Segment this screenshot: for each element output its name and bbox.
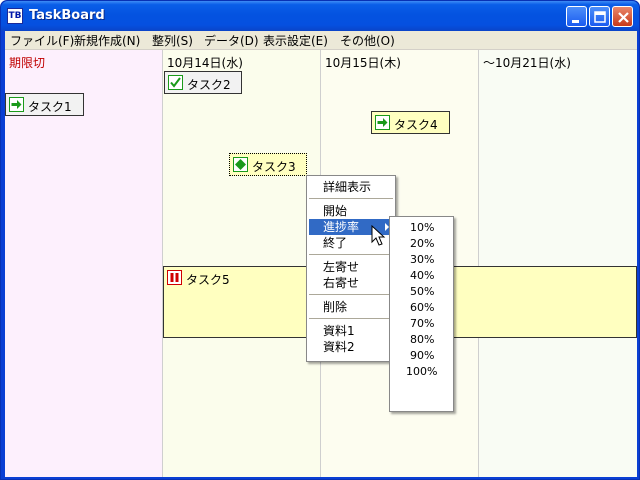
menu-data[interactable]: データ(D): [204, 33, 259, 49]
column-header-oct14: 10月14日(水): [167, 56, 243, 70]
menu-item-start[interactable]: 開始: [309, 203, 393, 219]
task-label: タスク1: [28, 100, 72, 114]
menu-item-material1[interactable]: 資料1: [309, 323, 393, 339]
menu-separator: [309, 294, 393, 295]
menu-item-details[interactable]: 詳細表示: [309, 179, 393, 195]
menu-separator: [309, 198, 393, 199]
minimize-icon: [572, 20, 579, 23]
arrow-right-icon: [9, 97, 24, 112]
menu-bar: ファイル(F) 新規作成(N) 整列(S) データ(D) 表示設定(E) その他…: [5, 31, 637, 50]
client-area: ファイル(F) 新規作成(N) 整列(S) データ(D) 表示設定(E) その他…: [5, 31, 637, 477]
task-label: タスク5: [186, 273, 230, 287]
menu-sort[interactable]: 整列(S): [152, 33, 193, 49]
task-card[interactable]: タスク1: [5, 93, 84, 116]
menu-item-delete[interactable]: 削除: [309, 299, 393, 315]
menu-separator: [309, 318, 393, 319]
app-logo-icon: TB: [7, 8, 23, 24]
progress-option[interactable]: 30%: [410, 252, 434, 268]
task-label: タスク4: [394, 118, 438, 132]
menu-other[interactable]: その他(O): [340, 33, 395, 49]
menu-view-settings[interactable]: 表示設定(E): [263, 33, 328, 49]
maximize-button[interactable]: [589, 6, 610, 27]
progress-submenu: 10% 20% 30% 40% 50% 60% 70% 80% 90% 100%: [389, 216, 454, 412]
close-icon: [618, 12, 629, 23]
progress-option[interactable]: 60%: [410, 300, 434, 316]
task-card-selected[interactable]: タスク3: [229, 153, 307, 176]
menu-separator: [309, 254, 393, 255]
checkmark-icon: [168, 75, 183, 90]
arrow-right-icon: [375, 115, 390, 130]
task-card[interactable]: タスク2: [164, 71, 242, 94]
app-window: TB TaskBoard ファイル(F) 新規作成(N) 整列(S) データ(D…: [0, 0, 640, 480]
progress-option[interactable]: 40%: [410, 268, 434, 284]
pause-icon: [167, 270, 182, 285]
column-header-oct15: 10月15日(木): [325, 56, 401, 70]
task-label: タスク2: [187, 78, 231, 92]
progress-option[interactable]: 20%: [410, 236, 434, 252]
menu-new[interactable]: 新規作成(N): [74, 33, 140, 49]
task-label: タスク3: [252, 160, 296, 174]
column-header-oct21: 〜10月21日(水): [483, 56, 571, 70]
maximize-icon: [594, 11, 606, 23]
progress-option[interactable]: 100%: [406, 364, 437, 380]
menu-file[interactable]: ファイル(F): [10, 33, 74, 49]
progress-option[interactable]: 50%: [410, 284, 434, 300]
diamond-icon: [233, 157, 248, 172]
progress-option[interactable]: 90%: [410, 348, 434, 364]
task-board: 期限切 10月14日(水) 10月15日(木) 〜10月21日(水) タスク1: [5, 50, 637, 477]
window-title: TaskBoard: [29, 8, 105, 23]
task-card[interactable]: タスク4: [371, 111, 450, 134]
column-header-overdue: 期限切: [9, 56, 46, 70]
progress-option[interactable]: 80%: [410, 332, 434, 348]
context-menu: 詳細表示 開始 進捗率 終了 左寄せ 右寄せ 削除 資料1 資料2: [306, 175, 396, 362]
menu-item-align-right[interactable]: 右寄せ: [309, 275, 393, 291]
close-button[interactable]: [612, 6, 633, 27]
minimize-button[interactable]: [566, 6, 587, 27]
column-oct21[interactable]: 〜10月21日(水): [479, 50, 637, 477]
menu-item-align-left[interactable]: 左寄せ: [309, 259, 393, 275]
column-oct14[interactable]: 10月14日(水): [163, 50, 321, 477]
menu-item-material2[interactable]: 資料2: [309, 339, 393, 355]
progress-option[interactable]: 10%: [410, 220, 434, 236]
mouse-cursor-icon: [371, 225, 386, 246]
progress-option[interactable]: 70%: [410, 316, 434, 332]
title-bar[interactable]: TB TaskBoard: [1, 1, 639, 31]
